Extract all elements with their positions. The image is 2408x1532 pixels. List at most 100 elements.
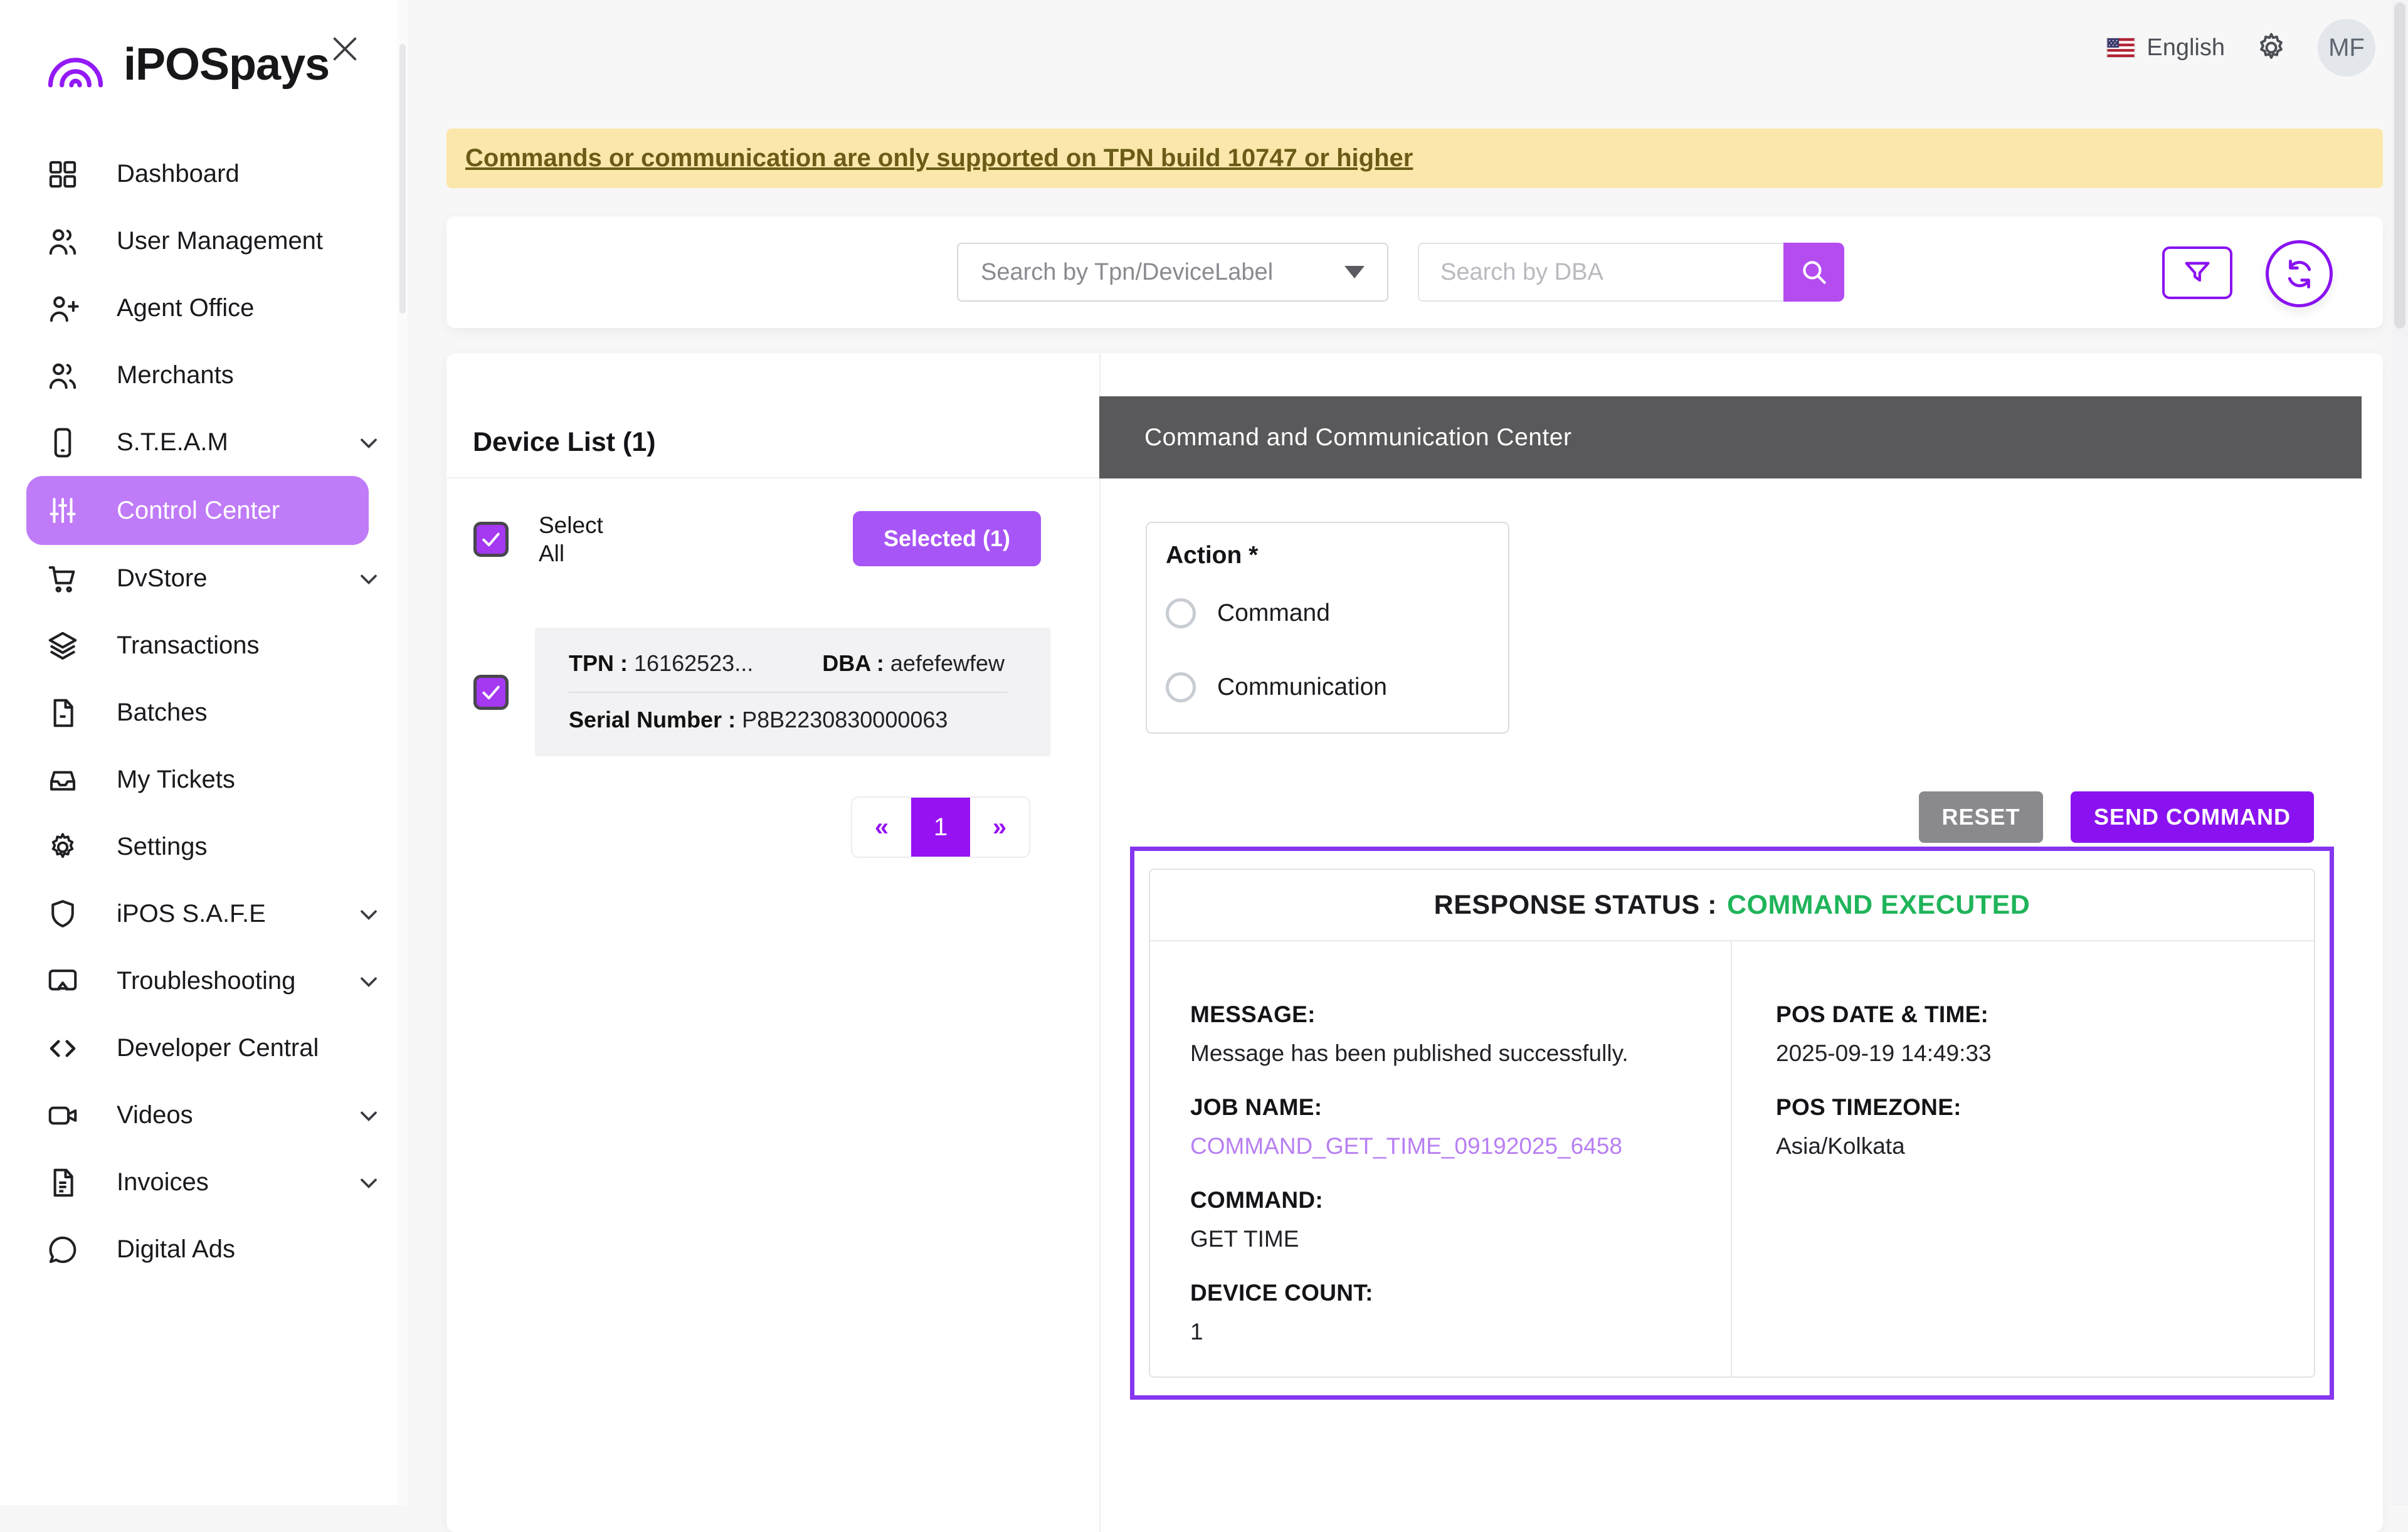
dashboard-grid-icon (45, 157, 80, 192)
pagination: « 1 » (851, 796, 1030, 858)
dba-value: aefefewfew (890, 650, 1005, 676)
banner-link[interactable]: Commands or communication are only suppo… (465, 144, 1413, 172)
sidebar-item-label: Control Center (117, 497, 280, 525)
selected-count-button[interactable]: Selected (1) (853, 511, 1041, 566)
sidebar-item-dashboard[interactable]: Dashboard (0, 140, 408, 208)
screen-share-icon (45, 964, 80, 999)
sidebar-item-label: User Management (117, 227, 323, 255)
chevron-down-icon (355, 968, 383, 995)
rainbow-logo-icon (43, 40, 108, 90)
sidebar-item-ipos-safe[interactable]: iPOS S.A.F.E (0, 880, 408, 948)
sidebar-item-label: Agent Office (117, 294, 254, 322)
sidebar-item-troubleshooting[interactable]: Troubleshooting (0, 948, 408, 1015)
dropdown-caret-icon (1344, 266, 1365, 278)
sidebar-item-label: Developer Central (117, 1034, 319, 1062)
refresh-icon (2281, 256, 2318, 292)
sliders-icon (45, 493, 80, 528)
language-selector[interactable]: English (2106, 34, 2225, 61)
chevron-down-icon (355, 901, 383, 928)
pagination-prev-button[interactable]: « (852, 798, 911, 857)
user-avatar[interactable]: MF (2318, 19, 2375, 77)
chevron-down-icon (355, 565, 383, 593)
radio-icon (1166, 598, 1196, 628)
sidebar-item-merchants[interactable]: Merchants (0, 342, 408, 409)
search-button[interactable] (1783, 243, 1844, 302)
sidebar-close-button[interactable] (320, 24, 370, 74)
sidebar-item-invoices[interactable]: Invoices (0, 1149, 408, 1216)
sidebar-item-label: DvStore (117, 564, 208, 593)
refresh-button[interactable] (2266, 240, 2333, 307)
sidebar-item-label: Dashboard (117, 160, 240, 188)
sidebar-item-settings[interactable]: Settings (0, 813, 408, 880)
reset-button[interactable]: RESET (1919, 791, 2043, 843)
sidebar-item-label: Batches (117, 699, 208, 727)
sidebar-item-transactions[interactable]: Transactions (0, 612, 408, 679)
smartphone-icon (45, 425, 80, 460)
sidebar-item-control-center[interactable]: Control Center (26, 476, 369, 545)
sidebar-item-dvstore[interactable]: DvStore (0, 545, 408, 612)
device-card[interactable]: TPN : 16162523... DBA : aefefewfew Seria… (535, 628, 1050, 756)
filter-button[interactable] (2162, 246, 2232, 299)
radio-icon (1166, 672, 1196, 702)
users-icon (45, 358, 80, 393)
pos-datetime-field: POS DATE & TIME: 2025-09-19 14:49:33 (1776, 1001, 2314, 1067)
sidebar-item-label: Settings (117, 833, 208, 861)
sidebar-item-digital-ads[interactable]: Digital Ads (0, 1216, 408, 1283)
sidebar-item-developer-central[interactable]: Developer Central (0, 1015, 408, 1082)
sidebar-item-label: My Tickets (117, 766, 235, 794)
divider (446, 477, 1099, 478)
funnel-icon (2181, 256, 2214, 289)
sidebar-item-label: Transactions (117, 631, 260, 660)
device-list-title: Device List (1) (473, 427, 656, 458)
sidebar: iPOSpays Dashboard User Management Agent… (0, 0, 408, 1505)
sidebar-item-label: iPOS S.A.F.E (117, 900, 266, 928)
chevron-down-icon (355, 429, 383, 457)
response-status-title: RESPONSE STATUS : COMMAND EXECUTED (1150, 870, 2314, 940)
device-list-item: TPN : 16162523... DBA : aefefewfew Seria… (473, 628, 1050, 756)
pagination-next-button[interactable]: » (970, 798, 1029, 857)
chevron-down-icon (355, 1169, 383, 1197)
inbox-icon (45, 763, 80, 798)
sidebar-item-agent-office[interactable]: Agent Office (0, 275, 408, 342)
search-dba-input[interactable] (1418, 243, 1783, 302)
search-icon (1798, 256, 1830, 288)
radio-option-communication[interactable]: Communication (1166, 672, 1387, 702)
radio-option-command[interactable]: Command (1166, 598, 1330, 628)
device-count-field: DEVICE COUNT: 1 (1190, 1280, 1731, 1345)
pagination-page-1[interactable]: 1 (911, 798, 970, 857)
cart-icon (45, 561, 80, 596)
sidebar-scrollbar[interactable] (398, 0, 408, 1505)
sidebar-item-label: Digital Ads (117, 1235, 235, 1264)
user-plus-icon (45, 291, 80, 326)
job-name-link[interactable]: COMMAND_GET_TIME_09192025_6458 (1190, 1133, 1731, 1160)
send-command-button[interactable]: SEND COMMAND (2071, 791, 2314, 843)
file-icon (45, 695, 80, 731)
video-icon (45, 1098, 80, 1133)
sidebar-item-user-management[interactable]: User Management (0, 208, 408, 275)
sidebar-menu: Dashboard User Management Agent Office M… (0, 140, 408, 1283)
tpn-build-warning-banner: Commands or communication are only suppo… (446, 129, 2383, 188)
select-all-checkbox[interactable] (473, 522, 509, 557)
us-flag-icon (2106, 38, 2135, 58)
sidebar-item-label: Invoices (117, 1168, 209, 1197)
users-icon (45, 224, 80, 259)
search-type-selected: Search by Tpn/DeviceLabel (981, 259, 1273, 286)
checkmark-icon (478, 527, 504, 552)
sidebar-item-label: S.T.E.A.M (117, 428, 228, 457)
message-field: MESSAGE: Message has been published succ… (1190, 1001, 1731, 1067)
sidebar-item-steam[interactable]: S.T.E.A.M (0, 409, 408, 476)
sidebar-item-batches[interactable]: Batches (0, 679, 408, 746)
settings-gear-icon[interactable] (2254, 30, 2289, 65)
chat-bubble-icon (45, 1232, 80, 1267)
sidebar-item-videos[interactable]: Videos (0, 1082, 408, 1149)
device-checkbox[interactable] (473, 675, 509, 710)
layers-icon (45, 628, 80, 663)
response-status-value: COMMAND EXECUTED (1727, 890, 2030, 921)
search-type-dropdown[interactable]: Search by Tpn/DeviceLabel (957, 243, 1388, 302)
serial-label: Serial Number : (569, 707, 736, 732)
chevron-down-icon (355, 1102, 383, 1129)
sidebar-item-my-tickets[interactable]: My Tickets (0, 746, 408, 813)
window-scrollbar[interactable] (2392, 0, 2408, 1505)
tpn-value: 16162523... (634, 650, 753, 676)
serial-value: P8B2230830000063 (742, 707, 948, 732)
